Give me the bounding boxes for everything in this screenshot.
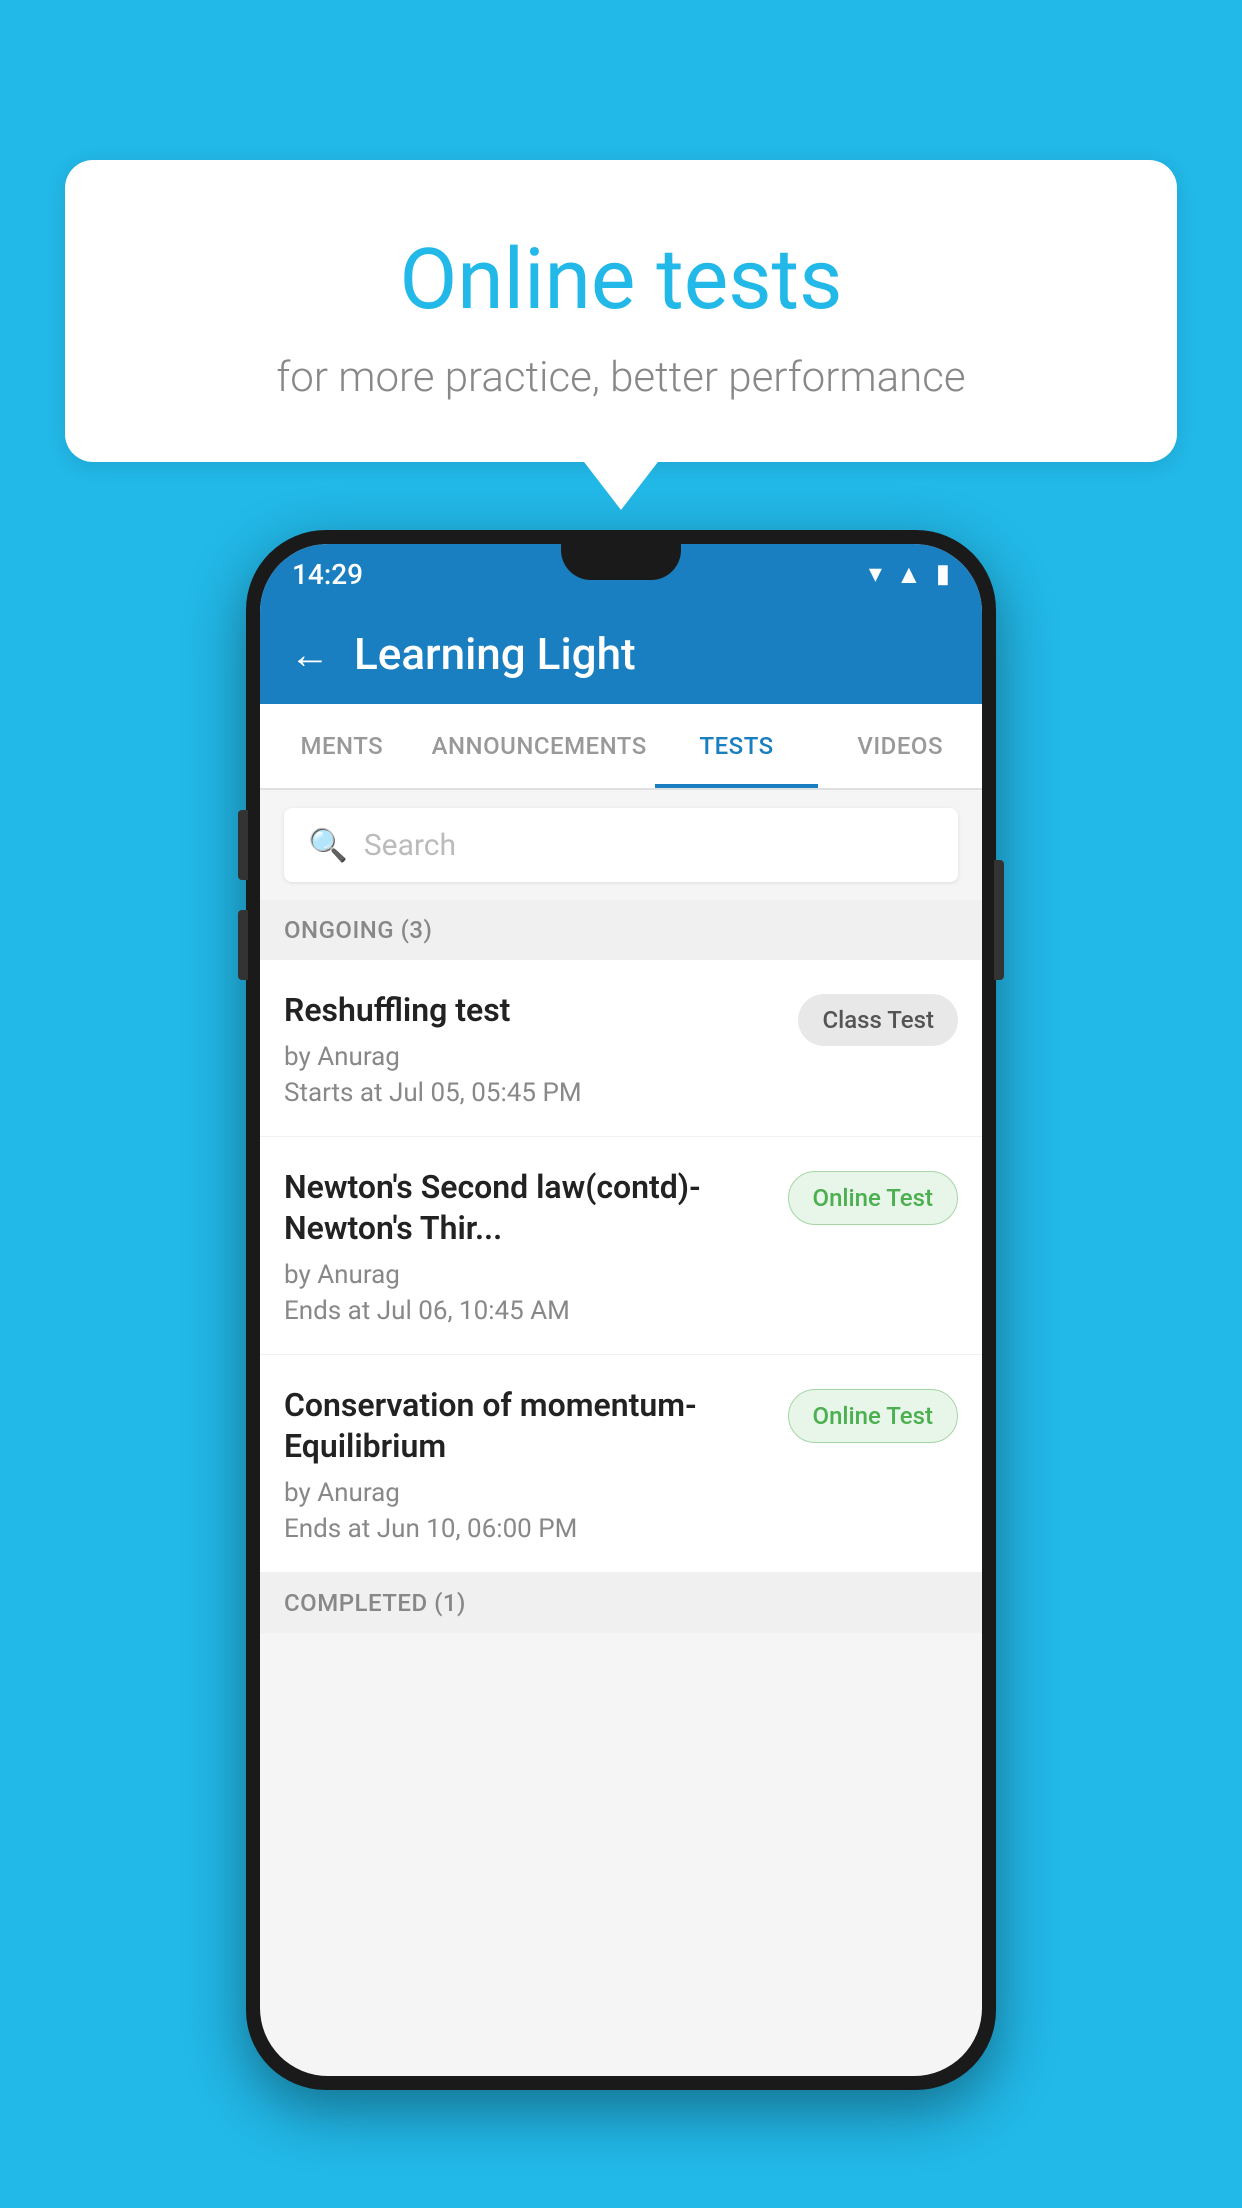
- search-placeholder: Search: [364, 828, 456, 863]
- test-badge-class: Class Test: [798, 994, 958, 1046]
- test-info: Conservation of momentum-Equilibrium by …: [284, 1385, 768, 1544]
- test-date: Ends at Jul 06, 10:45 AM: [284, 1296, 768, 1326]
- test-info: Reshuffling test by Anurag Starts at Jul…: [284, 990, 778, 1108]
- search-container: 🔍 Search: [260, 790, 982, 900]
- tab-announcements[interactable]: ANNOUNCEMENTS: [424, 704, 655, 788]
- test-name: Conservation of momentum-Equilibrium: [284, 1385, 768, 1468]
- battery-icon: ▮: [936, 559, 950, 589]
- bubble-subtitle: for more practice, better performance: [145, 353, 1097, 402]
- status-time: 14:29: [292, 558, 363, 591]
- promo-section: Online tests for more practice, better p…: [65, 160, 1177, 462]
- notch: [561, 544, 681, 580]
- phone-screen: 14:29 ▾ ▲ ▮ ← Learning Light MENTS ANNOU…: [260, 544, 982, 2076]
- signal-icon: ▲: [896, 559, 922, 590]
- test-by: by Anurag: [284, 1260, 768, 1290]
- completed-section-header: COMPLETED (1): [260, 1573, 982, 1633]
- test-name: Newton's Second law(contd)-Newton's Thir…: [284, 1167, 768, 1250]
- test-by: by Anurag: [284, 1042, 778, 1072]
- test-date: Ends at Jun 10, 06:00 PM: [284, 1514, 768, 1544]
- speech-bubble: Online tests for more practice, better p…: [65, 160, 1177, 462]
- test-info: Newton's Second law(contd)-Newton's Thir…: [284, 1167, 768, 1326]
- test-date: Starts at Jul 05, 05:45 PM: [284, 1078, 778, 1108]
- test-item[interactable]: Conservation of momentum-Equilibrium by …: [260, 1355, 982, 1573]
- test-item[interactable]: Newton's Second law(contd)-Newton's Thir…: [260, 1137, 982, 1355]
- back-button[interactable]: ←: [290, 631, 330, 678]
- completed-section-title: COMPLETED (1): [284, 1589, 466, 1617]
- tab-ments[interactable]: MENTS: [260, 704, 424, 788]
- ongoing-section-header: ONGOING (3): [260, 900, 982, 960]
- power-button: [994, 860, 1004, 980]
- volume-up-button: [238, 810, 248, 880]
- app-bar: ← Learning Light: [260, 604, 982, 704]
- tab-videos[interactable]: VIDEOS: [818, 704, 982, 788]
- status-icons: ▾ ▲ ▮: [869, 559, 950, 590]
- tabs-bar: MENTS ANNOUNCEMENTS TESTS VIDEOS: [260, 704, 982, 790]
- test-list: Reshuffling test by Anurag Starts at Jul…: [260, 960, 982, 1573]
- test-name: Reshuffling test: [284, 990, 778, 1032]
- test-item[interactable]: Reshuffling test by Anurag Starts at Jul…: [260, 960, 982, 1137]
- phone-frame: 14:29 ▾ ▲ ▮ ← Learning Light MENTS ANNOU…: [246, 530, 996, 2090]
- test-by: by Anurag: [284, 1478, 768, 1508]
- search-icon: 🔍: [308, 826, 348, 864]
- test-badge-online: Online Test: [788, 1171, 958, 1225]
- tab-tests[interactable]: TESTS: [655, 704, 819, 788]
- ongoing-section-title: ONGOING (3): [284, 916, 432, 944]
- app-bar-title: Learning Light: [354, 628, 636, 680]
- wifi-icon: ▾: [869, 559, 882, 589]
- search-box[interactable]: 🔍 Search: [284, 808, 958, 882]
- test-badge-online-2: Online Test: [788, 1389, 958, 1443]
- volume-down-button: [238, 910, 248, 980]
- bubble-title: Online tests: [145, 230, 1097, 329]
